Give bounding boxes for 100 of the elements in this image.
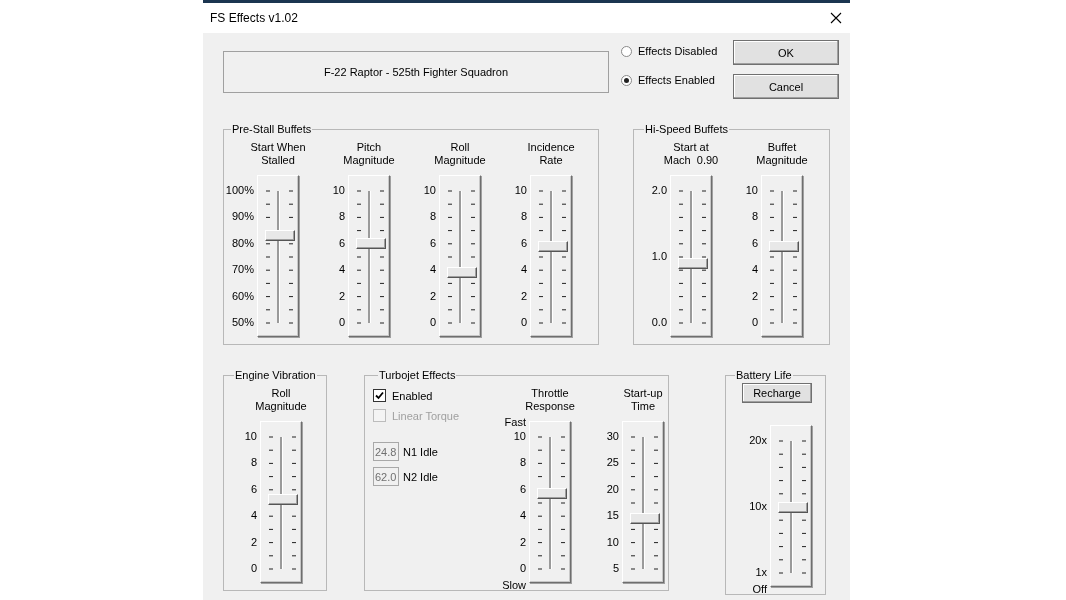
slider-caption: Buffet Magnitude	[756, 141, 808, 167]
vertical-slider[interactable]	[439, 175, 481, 337]
slider-caption: Roll Magnitude	[255, 387, 307, 413]
dialog-button[interactable]: Cancel	[733, 74, 839, 99]
scale-label: 1x	[755, 565, 767, 579]
scale-label: 8	[250, 455, 257, 470]
scale-label: 0	[250, 560, 257, 575]
vertical-slider[interactable]	[260, 421, 302, 583]
scale-label: 10	[423, 183, 436, 197]
slider-caption: Incidence Rate	[527, 141, 575, 167]
scale-label: 2	[250, 534, 257, 549]
scale-label: 10x	[749, 499, 767, 513]
checkbox[interactable]: Enabled	[373, 389, 478, 402]
vertical-slider[interactable]	[622, 421, 664, 583]
slider-thumb[interactable]	[769, 240, 799, 252]
slider-thumb[interactable]	[678, 258, 708, 270]
scale-label: 6	[338, 235, 345, 250]
group-title: Hi-Speed Buffets	[644, 123, 729, 135]
vertical-slider[interactable]	[761, 175, 803, 337]
slider-thumb[interactable]	[537, 488, 567, 500]
slider-thumb[interactable]	[630, 513, 660, 525]
scale-label: Fast	[504, 416, 526, 429]
close-icon[interactable]	[830, 12, 842, 24]
slider-caption: Roll Magnitude	[434, 141, 486, 167]
checkbox-indicator[interactable]	[373, 389, 386, 402]
checkmark-icon	[375, 391, 384, 400]
slider-thumb[interactable]	[356, 238, 386, 250]
window-title: FS Effects v1.02	[210, 11, 298, 25]
scale-label: 4	[519, 508, 526, 523]
scale-label: 4	[338, 262, 345, 277]
group-title: Pre-Stall Buffets	[231, 123, 313, 135]
scale-label: 2	[519, 534, 526, 549]
scale-label: 90%	[231, 209, 254, 224]
slider-thumb[interactable]	[265, 230, 295, 242]
scale-label: 10	[513, 429, 526, 443]
vertical-slider[interactable]	[348, 175, 390, 337]
radio-button[interactable]: Effects Enabled	[621, 74, 718, 86]
scale-label: 10	[332, 183, 345, 197]
slider-thumb[interactable]	[268, 493, 298, 505]
scale-label: 0.0	[651, 315, 667, 329]
vertical-slider[interactable]	[530, 175, 572, 337]
field-label: N1 Idle	[403, 445, 438, 458]
scale-label: 0	[751, 314, 758, 329]
group-title: Turbojet Effects	[378, 369, 457, 381]
scale-label: 2.0	[651, 183, 667, 197]
scale-label: 10	[606, 534, 619, 549]
scale-label: 100%	[225, 183, 254, 197]
group-title: Battery Life	[735, 369, 793, 381]
scale-label: 80%	[231, 235, 254, 250]
scale-label: 10	[514, 183, 527, 197]
slider-caption: Throttle Response	[525, 387, 575, 413]
vertical-slider[interactable]	[529, 421, 571, 583]
dialog-button[interactable]: OK	[733, 40, 839, 65]
slider-caption: Start-up Time	[623, 387, 663, 413]
scale-label: 8	[429, 209, 436, 224]
scale-label: 1.0	[651, 249, 667, 263]
scale-label: 4	[250, 508, 257, 523]
scale-label: 6	[519, 481, 526, 496]
scale-label: 4	[429, 262, 436, 277]
vertical-slider[interactable]	[670, 175, 712, 337]
scale-label: 6	[250, 481, 257, 496]
scale-label: 2	[429, 288, 436, 303]
scale-label: 20	[606, 481, 619, 496]
scale-label: 20x	[749, 433, 767, 447]
scale-label: 4	[520, 262, 527, 277]
slider-caption: Start at Mach 0.90	[663, 141, 719, 167]
scale-label: 8	[338, 209, 345, 224]
scale-label: 10	[244, 429, 257, 443]
scale-label: Off	[752, 583, 767, 596]
scale-label: 70%	[231, 262, 254, 277]
scale-label: 0	[520, 314, 527, 329]
slider-caption: Pitch Magnitude	[343, 141, 395, 167]
radio-indicator[interactable]	[621, 74, 632, 86]
scale-label: 8	[519, 455, 526, 470]
field-label: N2 Idle	[403, 470, 438, 483]
radio-indicator[interactable]	[621, 45, 632, 57]
scale-label: 2	[751, 288, 758, 303]
scale-label: 4	[751, 262, 758, 277]
scale-label: 8	[520, 209, 527, 224]
slider-thumb[interactable]	[778, 501, 808, 513]
scale-label: 6	[429, 235, 436, 250]
scale-label: 6	[520, 235, 527, 250]
scale-label: 8	[751, 209, 758, 224]
recharge-button[interactable]: Recharge	[742, 383, 812, 403]
aircraft-name: F-22 Raptor - 525th Fighter Squadron	[223, 51, 609, 93]
scale-label: 5	[612, 560, 619, 575]
slider-thumb[interactable]	[447, 267, 477, 279]
slider-thumb[interactable]	[538, 240, 568, 252]
scale-label: 0	[429, 314, 436, 329]
radio-button[interactable]: Effects Disabled	[621, 45, 718, 57]
scale-label: 50%	[231, 314, 254, 329]
scale-label: 25	[606, 455, 619, 470]
scale-label: Slow	[502, 579, 526, 592]
scale-label: 0	[519, 560, 526, 575]
group-title: Engine Vibration	[234, 369, 317, 381]
vertical-slider[interactable]	[257, 175, 299, 337]
scale-label: 2	[520, 288, 527, 303]
scale-label: 60%	[231, 288, 254, 303]
vertical-slider[interactable]	[770, 425, 812, 587]
scale-label: 15	[606, 508, 619, 523]
